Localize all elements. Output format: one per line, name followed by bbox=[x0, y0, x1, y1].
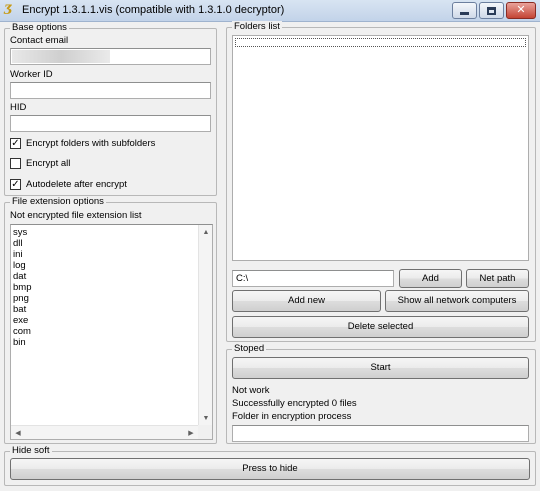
file-extension-title: File extension options bbox=[10, 196, 106, 208]
autodelete-checkbox[interactable]: ✓ Autodelete after encrypt bbox=[10, 178, 127, 191]
worker-id-label: Worker ID bbox=[10, 69, 53, 80]
main-window: Ʒ Encrypt 1.3.1.1.vis (compatible with 1… bbox=[0, 0, 540, 491]
extension-list-item[interactable]: dat bbox=[13, 271, 31, 282]
title-bar[interactable]: Ʒ Encrypt 1.3.1.1.vis (compatible with 1… bbox=[0, 0, 540, 22]
checkbox-box: ✓ bbox=[10, 137, 21, 149]
redacted-email bbox=[12, 50, 110, 63]
extension-list-item[interactable]: com bbox=[13, 326, 31, 337]
start-button[interactable]: Start bbox=[232, 357, 529, 379]
folders-listbox[interactable] bbox=[232, 35, 529, 261]
scroll-left-icon[interactable]: ◀ bbox=[11, 426, 25, 439]
extension-listbox[interactable]: sys dll ini log dat bmp png bat exe com bin ▲ ▼ ◀ … bbox=[10, 224, 213, 440]
press-to-hide-button[interactable]: Press to hide bbox=[10, 458, 530, 480]
status-group: Stoped Start Not work Successfully encry… bbox=[226, 343, 536, 444]
encrypt-subfolders-checkbox[interactable]: ✓ Encrypt folders with subfolders bbox=[10, 137, 155, 150]
vertical-scrollbar[interactable]: ▲ ▼ bbox=[198, 225, 212, 439]
hid-label: HID bbox=[10, 102, 27, 113]
base-options-group: Base options Contact email Worker ID HID… bbox=[4, 22, 217, 196]
extension-list-item[interactable]: sys bbox=[13, 227, 31, 238]
folder-in-process-field[interactable] bbox=[232, 425, 529, 442]
file-extension-group: File extension options Not encrypted fil… bbox=[4, 196, 217, 444]
extension-list-label: Not encrypted file extension list bbox=[10, 210, 142, 221]
folders-title: Folders list bbox=[232, 21, 282, 33]
scroll-corner bbox=[198, 425, 212, 439]
base-options-title: Base options bbox=[10, 22, 69, 34]
maximize-icon bbox=[487, 6, 496, 15]
folders-list-focus-row bbox=[235, 38, 526, 47]
contact-email-label: Contact email bbox=[10, 35, 69, 46]
hide-soft-title: Hide soft bbox=[10, 445, 52, 457]
maximize-button[interactable] bbox=[479, 2, 504, 19]
extension-list-item[interactable]: bat bbox=[13, 304, 31, 315]
horizontal-scrollbar[interactable]: ◀ ▶ bbox=[11, 425, 198, 439]
worker-id-field[interactable] bbox=[10, 82, 211, 99]
close-icon: ✕ bbox=[516, 4, 526, 16]
checkbox-box: ✓ bbox=[10, 178, 21, 190]
extension-list-item[interactable]: bin bbox=[13, 337, 31, 348]
extension-list-item[interactable]: dll bbox=[13, 238, 31, 249]
scroll-down-icon[interactable]: ▼ bbox=[199, 411, 212, 425]
extension-list-item[interactable]: ini bbox=[13, 249, 31, 260]
encrypt-all-checkbox[interactable]: Encrypt all bbox=[10, 157, 70, 170]
extension-list-item[interactable]: png bbox=[13, 293, 31, 304]
hide-soft-group: Hide soft Press to hide bbox=[4, 445, 536, 486]
close-button[interactable]: ✕ bbox=[506, 2, 536, 19]
folder-path-field[interactable]: C:\ bbox=[232, 270, 394, 287]
app-icon: Ʒ bbox=[4, 3, 13, 18]
checkbox-label: Encrypt folders with subfolders bbox=[26, 138, 156, 149]
net-path-button[interactable]: Net path bbox=[466, 269, 529, 288]
show-network-computers-button[interactable]: Show all network computers bbox=[385, 290, 529, 312]
contact-email-field[interactable] bbox=[10, 48, 211, 65]
checkbox-label: Encrypt all bbox=[26, 158, 71, 169]
encrypted-count-text: Successfully encrypted 0 files bbox=[232, 398, 357, 409]
scroll-right-icon[interactable]: ▶ bbox=[184, 426, 198, 439]
extension-list: sys dll ini log dat bmp png bat exe com bin bbox=[13, 227, 31, 348]
status-title: Stoped bbox=[232, 343, 267, 355]
hid-field[interactable] bbox=[10, 115, 211, 132]
state-text: Not work bbox=[232, 385, 270, 396]
extension-list-item[interactable]: exe bbox=[13, 315, 31, 326]
minimize-button[interactable] bbox=[452, 2, 477, 19]
checkbox-label: Autodelete after encrypt bbox=[26, 179, 127, 190]
minimize-icon bbox=[460, 12, 469, 15]
window-title: Encrypt 1.3.1.1.vis (compatible with 1.3… bbox=[22, 4, 285, 16]
add-new-button[interactable]: Add new bbox=[232, 290, 381, 312]
extension-list-item[interactable]: log bbox=[13, 260, 31, 271]
folders-group: Folders list C:\ Add Net path Add new Sh… bbox=[226, 21, 536, 342]
delete-selected-button[interactable]: Delete selected bbox=[232, 316, 529, 338]
scroll-up-icon[interactable]: ▲ bbox=[199, 225, 212, 239]
checkbox-box bbox=[10, 158, 21, 169]
folder-in-process-label: Folder in encryption process bbox=[232, 411, 352, 422]
extension-list-item[interactable]: bmp bbox=[13, 282, 31, 293]
add-button[interactable]: Add bbox=[399, 269, 462, 288]
